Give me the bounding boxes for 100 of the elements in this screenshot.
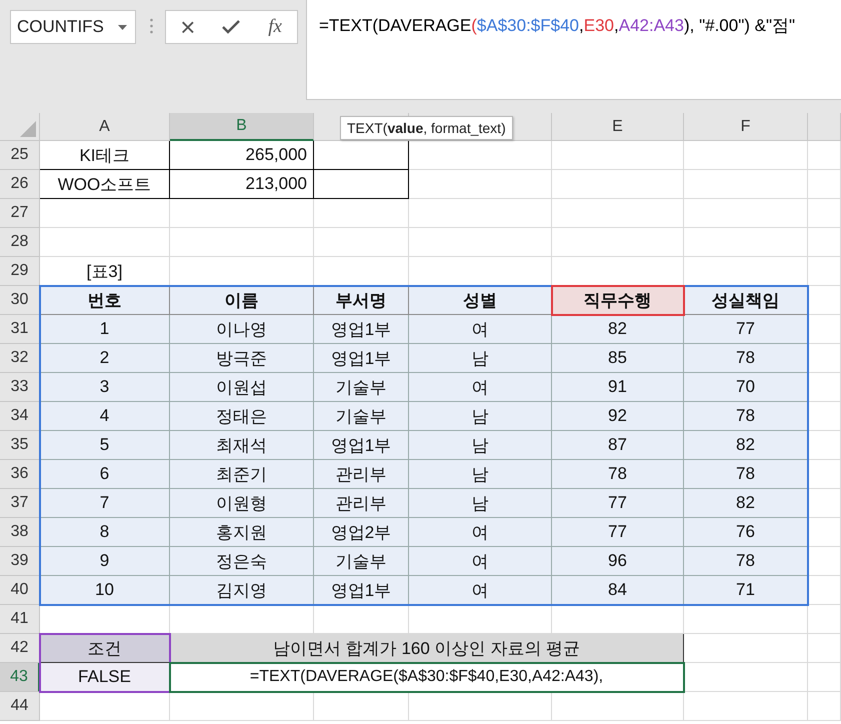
table-cell: 정은숙: [170, 547, 314, 576]
row-header[interactable]: 32: [0, 344, 40, 373]
table-cell: 84: [552, 576, 684, 605]
table-cell: 조건: [40, 634, 170, 663]
table-cell: 남: [409, 489, 552, 518]
row-header[interactable]: 26: [0, 170, 40, 199]
table-cell: 1: [40, 315, 170, 344]
table-cell: 여: [409, 315, 552, 344]
table-cell: 남: [409, 431, 552, 460]
table-cell: 방극준: [170, 344, 314, 373]
table-cell: 77: [552, 489, 684, 518]
table-cell: 이원형: [170, 489, 314, 518]
table-cell: 87: [552, 431, 684, 460]
table-cell: 76: [684, 518, 808, 547]
table-cell: 82: [684, 431, 808, 460]
row-header[interactable]: 27: [0, 199, 40, 228]
table-cell: 8: [40, 518, 170, 547]
table-cell: 여: [409, 547, 552, 576]
table-cell: 기술부: [314, 547, 409, 576]
table-cell: 10: [40, 576, 170, 605]
column-header[interactable]: A: [40, 113, 170, 141]
row-header[interactable]: 42: [0, 634, 40, 663]
table-cell: 78: [684, 460, 808, 489]
table-cell: 최준기: [170, 460, 314, 489]
table-cell: 홍지원: [170, 518, 314, 547]
table-cell: 78: [684, 344, 808, 373]
formula-input[interactable]: =TEXT(DAVERAGE($A$30:$F$40,E30,A42:A43), "#.00") &"점": [306, 0, 841, 100]
table-cell: 6: [40, 460, 170, 489]
corner-triangle-icon[interactable]: [20, 121, 36, 137]
table-cell: 남: [409, 344, 552, 373]
table-cell: 기술부: [314, 373, 409, 402]
name-box-value: COUNTIFS: [17, 17, 104, 37]
row-header[interactable]: 38: [0, 518, 40, 547]
table-cell: 여: [409, 576, 552, 605]
row-header[interactable]: 30: [0, 286, 40, 315]
table-cell: 남: [409, 460, 552, 489]
name-box[interactable]: COUNTIFS: [10, 10, 136, 44]
table-cell: 78: [684, 547, 808, 576]
row-header[interactable]: 34: [0, 402, 40, 431]
column-header[interactable]: E: [552, 113, 684, 141]
table-cell: 여: [409, 373, 552, 402]
select-all-corner[interactable]: [0, 113, 40, 141]
table-cell: 265,000: [170, 141, 314, 170]
cancel-button[interactable]: ×: [174, 14, 202, 40]
table-cell: 남: [409, 402, 552, 431]
table-cell: 78: [552, 460, 684, 489]
row-header[interactable]: 40: [0, 576, 40, 605]
table-cell: 부서명: [314, 286, 409, 315]
row-header[interactable]: 33: [0, 373, 40, 402]
table-cell: 이원섭: [170, 373, 314, 402]
row-header[interactable]: 39: [0, 547, 40, 576]
table-cell: 영업1부: [314, 315, 409, 344]
table-cell: 213,000: [170, 170, 314, 199]
column-header[interactable]: B: [170, 113, 314, 141]
row-header[interactable]: 36: [0, 460, 40, 489]
insert-function-button[interactable]: fx: [261, 14, 290, 40]
table-cell: 관리부: [314, 460, 409, 489]
table-cell: 남이면서 합계가 160 이상인 자료의 평균: [170, 634, 684, 663]
row-header[interactable]: 28: [0, 228, 40, 257]
table-cell: 7: [40, 489, 170, 518]
table-cell: 96: [552, 547, 684, 576]
row-header[interactable]: 43: [0, 663, 40, 692]
table-cell: 4: [40, 402, 170, 431]
table-cell: 이름: [170, 286, 314, 315]
table-cell: 71: [684, 576, 808, 605]
table-cell: 번호: [40, 286, 170, 315]
row-header[interactable]: 31: [0, 315, 40, 344]
table-cell: 77: [684, 315, 808, 344]
table-cell: 관리부: [314, 489, 409, 518]
checkmark-icon[interactable]: [222, 20, 240, 34]
table-cell: 성실책임: [684, 286, 808, 315]
table-cell: 여: [409, 518, 552, 547]
dropdown-caret-icon[interactable]: [118, 24, 127, 30]
row-header[interactable]: 44: [0, 692, 40, 721]
drag-handle-icon[interactable]: [150, 18, 153, 34]
table-cell: 2: [40, 344, 170, 373]
table-cell: 영업1부: [314, 431, 409, 460]
table-cell: KI테크: [40, 141, 170, 170]
table-cell: 70: [684, 373, 808, 402]
table-cell: 82: [552, 315, 684, 344]
table-cell: 영업1부: [314, 344, 409, 373]
table-cell: 9: [40, 547, 170, 576]
table-cell: 77: [552, 518, 684, 547]
table-cell: 85: [552, 344, 684, 373]
table-cell: 82: [684, 489, 808, 518]
table-cell: 5: [40, 431, 170, 460]
table-cell: 정태은: [170, 402, 314, 431]
table-cell: 김지영: [170, 576, 314, 605]
table-cell: 78: [684, 402, 808, 431]
table-cell: WOO소프트: [40, 170, 170, 199]
table-cell: 이나영: [170, 315, 314, 344]
table-cell: 영업1부: [314, 576, 409, 605]
row-header[interactable]: 35: [0, 431, 40, 460]
row-header[interactable]: 25: [0, 141, 40, 170]
row-header[interactable]: 37: [0, 489, 40, 518]
row-header[interactable]: 29: [0, 257, 40, 286]
table-cell: 최재석: [170, 431, 314, 460]
column-header[interactable]: F: [684, 113, 808, 141]
column-header[interactable]: [808, 113, 841, 141]
row-header[interactable]: 41: [0, 605, 40, 634]
